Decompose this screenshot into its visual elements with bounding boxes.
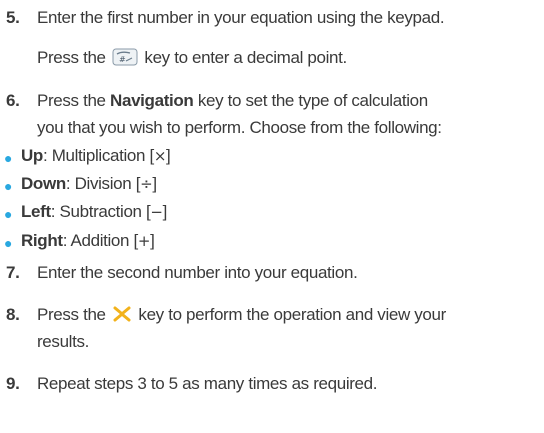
hash-key-icon: #	[112, 48, 138, 66]
step-5-number: 5.	[6, 8, 20, 27]
step-5-sub-b: key to enter a decimal point.	[144, 48, 347, 67]
option-desc: : Subtraction [	[50, 202, 151, 221]
step-8-post: key to perform the operation and view yo…	[138, 305, 446, 324]
step-6-pre: Press the	[37, 91, 106, 110]
step-9-text: Repeat steps 3 to 5 as many times as req…	[37, 374, 378, 393]
step-9-number: 9.	[6, 374, 20, 393]
option-key: Up	[21, 146, 43, 165]
bullet-icon: ●	[4, 150, 13, 166]
option-right-text: Right: Addition [+]	[21, 231, 155, 251]
step-5-sub-a: Press the	[37, 48, 106, 67]
step-6-bold: Navigation	[110, 91, 194, 110]
bullet-icon: ●	[4, 235, 13, 251]
option-desc: : Division [	[65, 174, 141, 193]
divide-symbol: ÷	[140, 175, 153, 193]
step-8-pre: Press the	[37, 305, 106, 324]
step-8-number: 8.	[6, 305, 20, 324]
option-down-text: Down: Division [÷]	[21, 174, 157, 194]
step-5-text: Enter the first number in your equation …	[37, 8, 445, 27]
option-close: ]	[152, 174, 157, 193]
step-6-line-1: Press the Navigation key to set the type…	[37, 91, 428, 111]
option-desc: : Multiplication [	[42, 146, 154, 165]
option-left-text: Left: Subtraction [−]	[21, 202, 167, 222]
bullet-icon: ●	[4, 178, 13, 194]
option-close: ]	[150, 231, 155, 250]
option-close: ]	[166, 146, 171, 165]
step-8-line-2: results.	[37, 332, 89, 351]
svg-text:#: #	[119, 55, 126, 64]
option-close: ]	[162, 202, 168, 221]
option-key: Down	[21, 174, 66, 193]
option-key: Left	[21, 202, 51, 221]
option-key: Right	[21, 231, 63, 250]
bullet-icon: ●	[4, 206, 13, 222]
step-6-number: 6.	[6, 91, 20, 110]
cross-key-icon	[112, 306, 132, 322]
instruction-page: 5. Enter the first number in your equati…	[0, 0, 544, 433]
option-up-text: Up: Multiplication [×]	[21, 146, 171, 166]
multiply-symbol: ×	[153, 147, 167, 165]
step-5-subline: Press the # key to enter a decimal point…	[37, 48, 347, 68]
step-7-text: Enter the second number into your equati…	[37, 263, 358, 282]
step-8-line-1: Press the key to perform the operation a…	[37, 305, 446, 325]
minus-symbol: −	[150, 203, 163, 221]
step-7-number: 7.	[6, 263, 20, 282]
plus-symbol: +	[137, 232, 151, 250]
step-6-post: key to set the type of calculation	[197, 91, 428, 110]
step-6-line-2: you that you wish to perform. Choose fro…	[37, 118, 442, 137]
option-desc: : Addition [	[62, 231, 139, 250]
